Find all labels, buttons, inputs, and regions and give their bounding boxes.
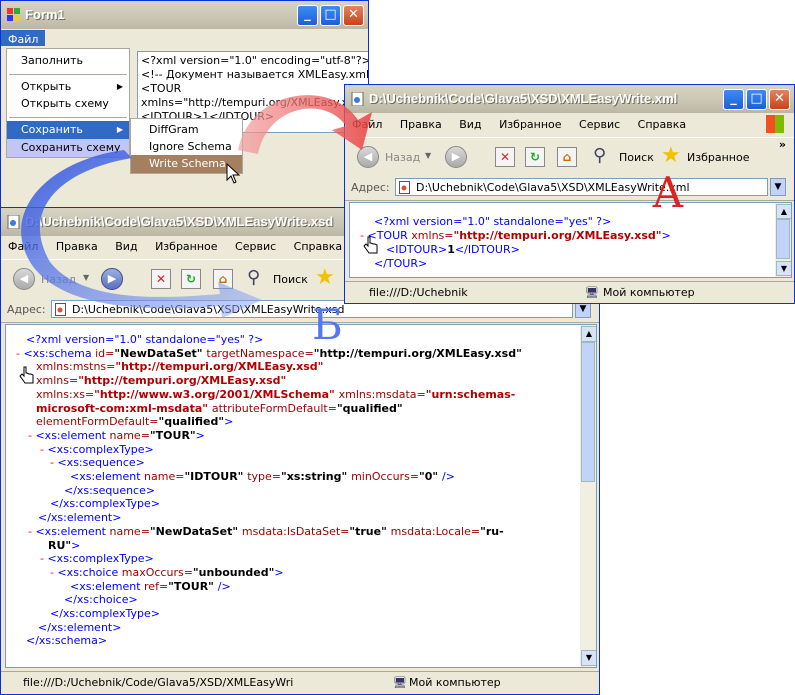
red-arrow	[238, 95, 372, 154]
blue-arrow	[21, 150, 263, 318]
label-a: А	[652, 168, 684, 217]
label-b: Б	[312, 300, 343, 349]
annotation-arrows	[21, 95, 372, 318]
